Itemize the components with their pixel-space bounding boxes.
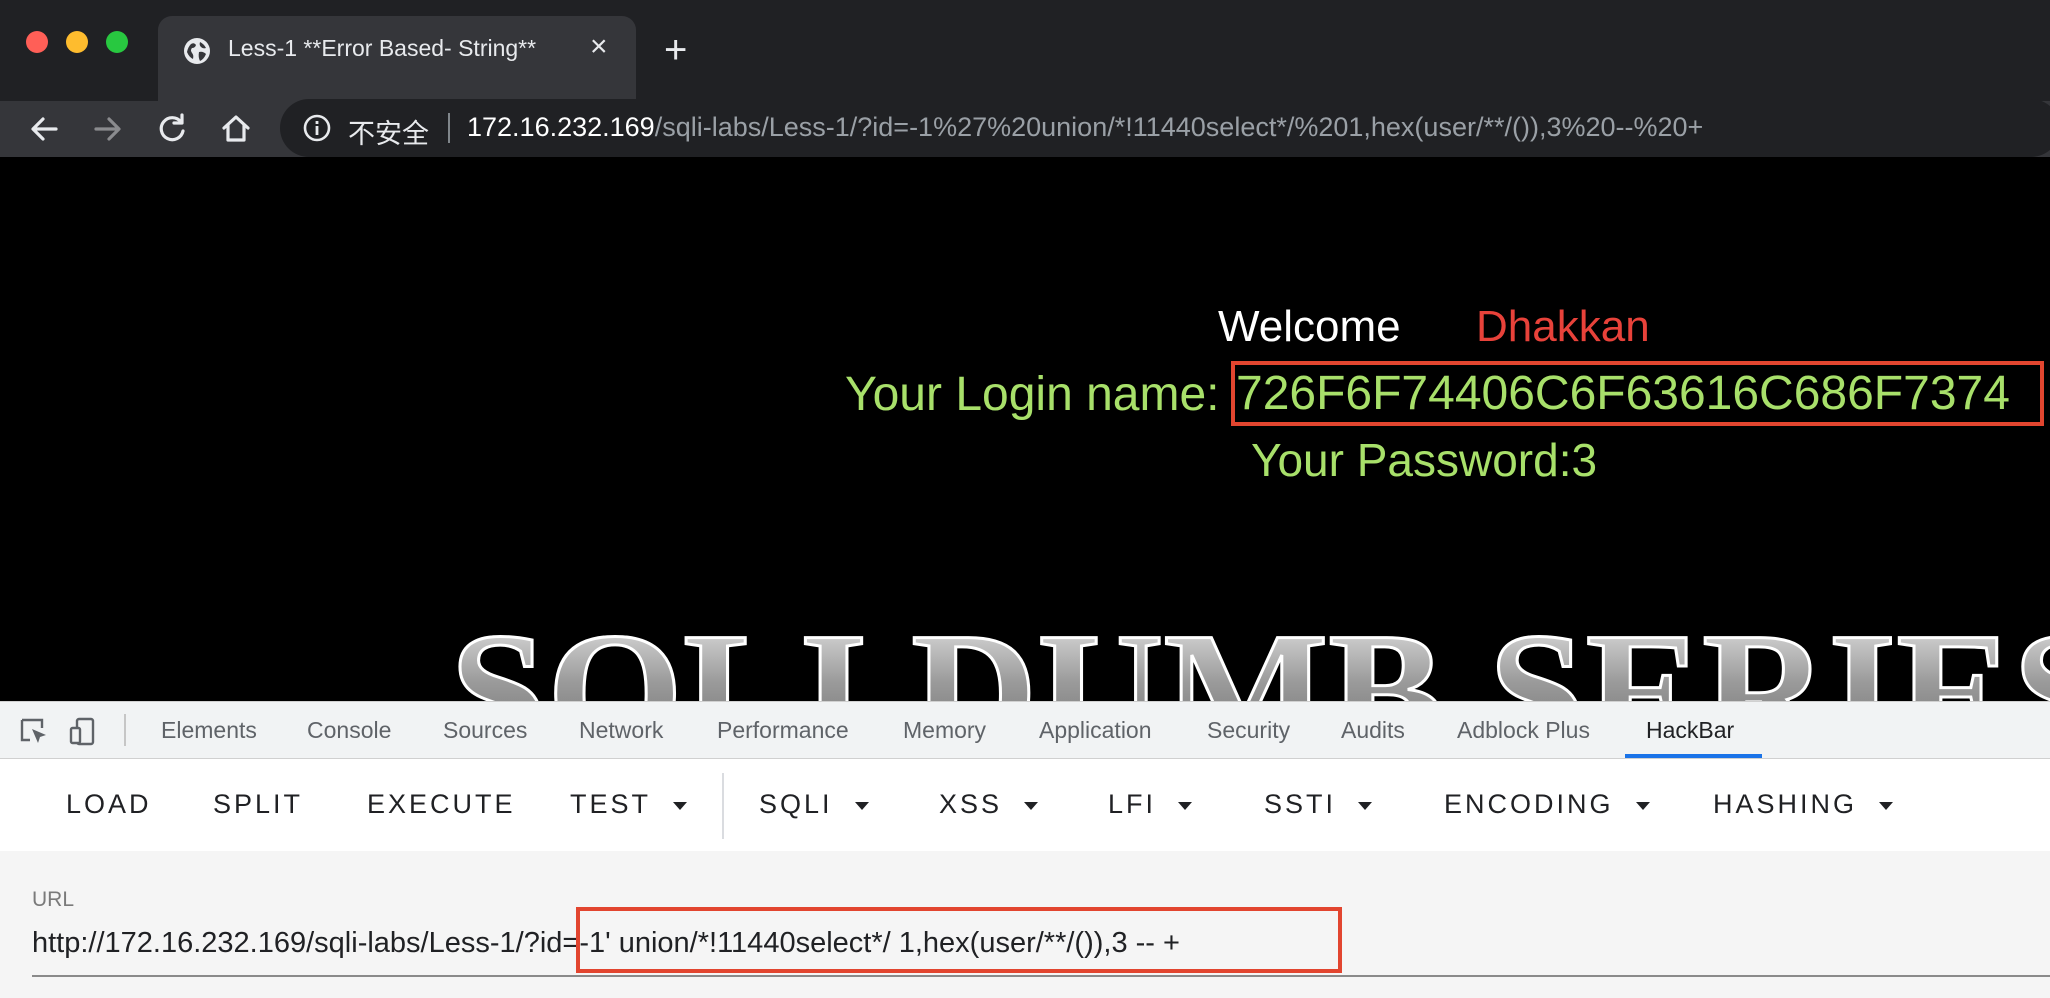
page-content: Welcome Dhakkan Your Login name: 726F6F7… xyxy=(0,157,2050,701)
security-status[interactable]: 不安全 xyxy=(348,112,429,151)
url-input-underline xyxy=(32,975,2050,977)
sqli-dropdown[interactable]: SQLI xyxy=(759,789,869,820)
sqli-dropdown-label: SQLI xyxy=(759,789,833,819)
dropdown-caret-icon xyxy=(1178,801,1193,810)
forward-arrow-icon[interactable] xyxy=(88,109,128,149)
url-host: 172.16.232.169 xyxy=(467,112,655,142)
info-icon[interactable] xyxy=(302,113,332,143)
hackbar-toolbar: LOAD SPLIT EXECUTE TEST SQLI XSS LFI SST… xyxy=(0,759,2050,851)
login-value-highlight-box xyxy=(1231,361,2044,426)
address-bar-divider xyxy=(448,113,450,143)
sqli-dumb-series-banner: SQLI DUMB SERIES xyxy=(449,627,2050,701)
split-button[interactable]: SPLIT xyxy=(213,789,303,820)
banner-text: SQLI DUMB SERIES xyxy=(450,627,2050,701)
encoding-dropdown[interactable]: ENCODING xyxy=(1444,789,1650,820)
tab-adblock-plus[interactable]: Adblock Plus xyxy=(1457,717,1590,744)
zoom-window-button[interactable] xyxy=(106,31,128,53)
load-button[interactable]: LOAD xyxy=(66,789,152,820)
xss-dropdown-label: XSS xyxy=(939,789,1003,819)
test-dropdown[interactable]: TEST xyxy=(570,789,688,820)
globe-icon xyxy=(184,38,210,64)
dropdown-caret-icon xyxy=(673,801,688,810)
close-icon[interactable]: × xyxy=(590,30,608,64)
address-url[interactable]: 172.16.232.169/sqli-labs/Less-1/?id=-1%2… xyxy=(467,112,1703,143)
tab-console[interactable]: Console xyxy=(307,717,391,744)
dropdown-caret-icon xyxy=(1024,801,1039,810)
home-icon[interactable] xyxy=(216,109,256,149)
hashing-dropdown[interactable]: HASHING xyxy=(1713,789,1894,820)
welcome-label: Welcome xyxy=(1218,302,1401,351)
split-button-label: SPLIT xyxy=(213,789,304,819)
hackbar-divider xyxy=(722,773,724,839)
tab-security[interactable]: Security xyxy=(1207,717,1290,744)
welcome-username: Dhakkan xyxy=(1476,302,1650,351)
tab-audits[interactable]: Audits xyxy=(1341,717,1405,744)
hackbar-url-panel: URL http://172.16.232.169/sqli-labs/Less… xyxy=(0,851,2050,998)
devtools-tab-strip: Elements Console Sources Network Perform… xyxy=(0,701,2050,759)
dropdown-caret-icon xyxy=(854,801,869,810)
xss-dropdown[interactable]: XSS xyxy=(939,789,1039,820)
minimize-window-button[interactable] xyxy=(66,31,88,53)
back-arrow-icon[interactable] xyxy=(24,109,64,149)
hashing-dropdown-label: HASHING xyxy=(1713,789,1858,819)
tab-title: Less-1 **Error Based- String** xyxy=(228,35,537,61)
payload-highlight-box xyxy=(576,907,1342,973)
active-tab-underline xyxy=(1625,754,1762,758)
lfi-dropdown[interactable]: LFI xyxy=(1108,789,1193,820)
tab-application[interactable]: Application xyxy=(1039,717,1152,744)
device-toolbar-icon[interactable] xyxy=(68,716,100,746)
url-path: /sqli-labs/Less-1/?id=-1%27%20union/*!11… xyxy=(654,112,1704,142)
tab-elements[interactable]: Elements xyxy=(161,717,257,744)
new-tab-button[interactable]: + xyxy=(664,30,687,70)
browser-toolbar: 不安全 172.16.232.169/sqli-labs/Less-1/?id=… xyxy=(0,99,2050,157)
execute-button-label: EXECUTE xyxy=(367,789,516,819)
tab-sources[interactable]: Sources xyxy=(443,717,527,744)
test-dropdown-label: TEST xyxy=(570,789,652,819)
ssti-dropdown-label: SSTI xyxy=(1264,789,1337,819)
tab-network[interactable]: Network xyxy=(579,717,663,744)
dropdown-caret-icon xyxy=(1358,801,1373,810)
encoding-dropdown-label: ENCODING xyxy=(1444,789,1614,819)
tab-performance[interactable]: Performance xyxy=(717,717,849,744)
execute-button[interactable]: EXECUTE xyxy=(367,789,516,820)
tab-memory[interactable]: Memory xyxy=(903,717,986,744)
reload-icon[interactable] xyxy=(152,109,192,149)
dropdown-caret-icon xyxy=(1879,801,1894,810)
url-field-label: URL xyxy=(32,888,75,911)
password-text: Your Password:3 xyxy=(1251,434,1598,486)
browser-tab[interactable]: Less-1 **Error Based- String** × xyxy=(158,16,636,101)
address-bar[interactable]: 不安全 172.16.232.169/sqli-labs/Less-1/?id=… xyxy=(280,99,2050,157)
close-window-button[interactable] xyxy=(26,31,48,53)
inspect-element-icon[interactable] xyxy=(18,716,50,746)
dropdown-caret-icon xyxy=(1635,801,1650,810)
devtools-divider xyxy=(124,714,126,746)
lfi-dropdown-label: LFI xyxy=(1108,789,1157,819)
ssti-dropdown[interactable]: SSTI xyxy=(1264,789,1373,820)
login-name-label: Your Login name: xyxy=(845,368,1220,421)
load-button-label: LOAD xyxy=(66,789,152,819)
browser-tab-bar: Less-1 **Error Based- String** × + xyxy=(0,0,2050,101)
tab-hackbar[interactable]: HackBar xyxy=(1646,717,1734,744)
